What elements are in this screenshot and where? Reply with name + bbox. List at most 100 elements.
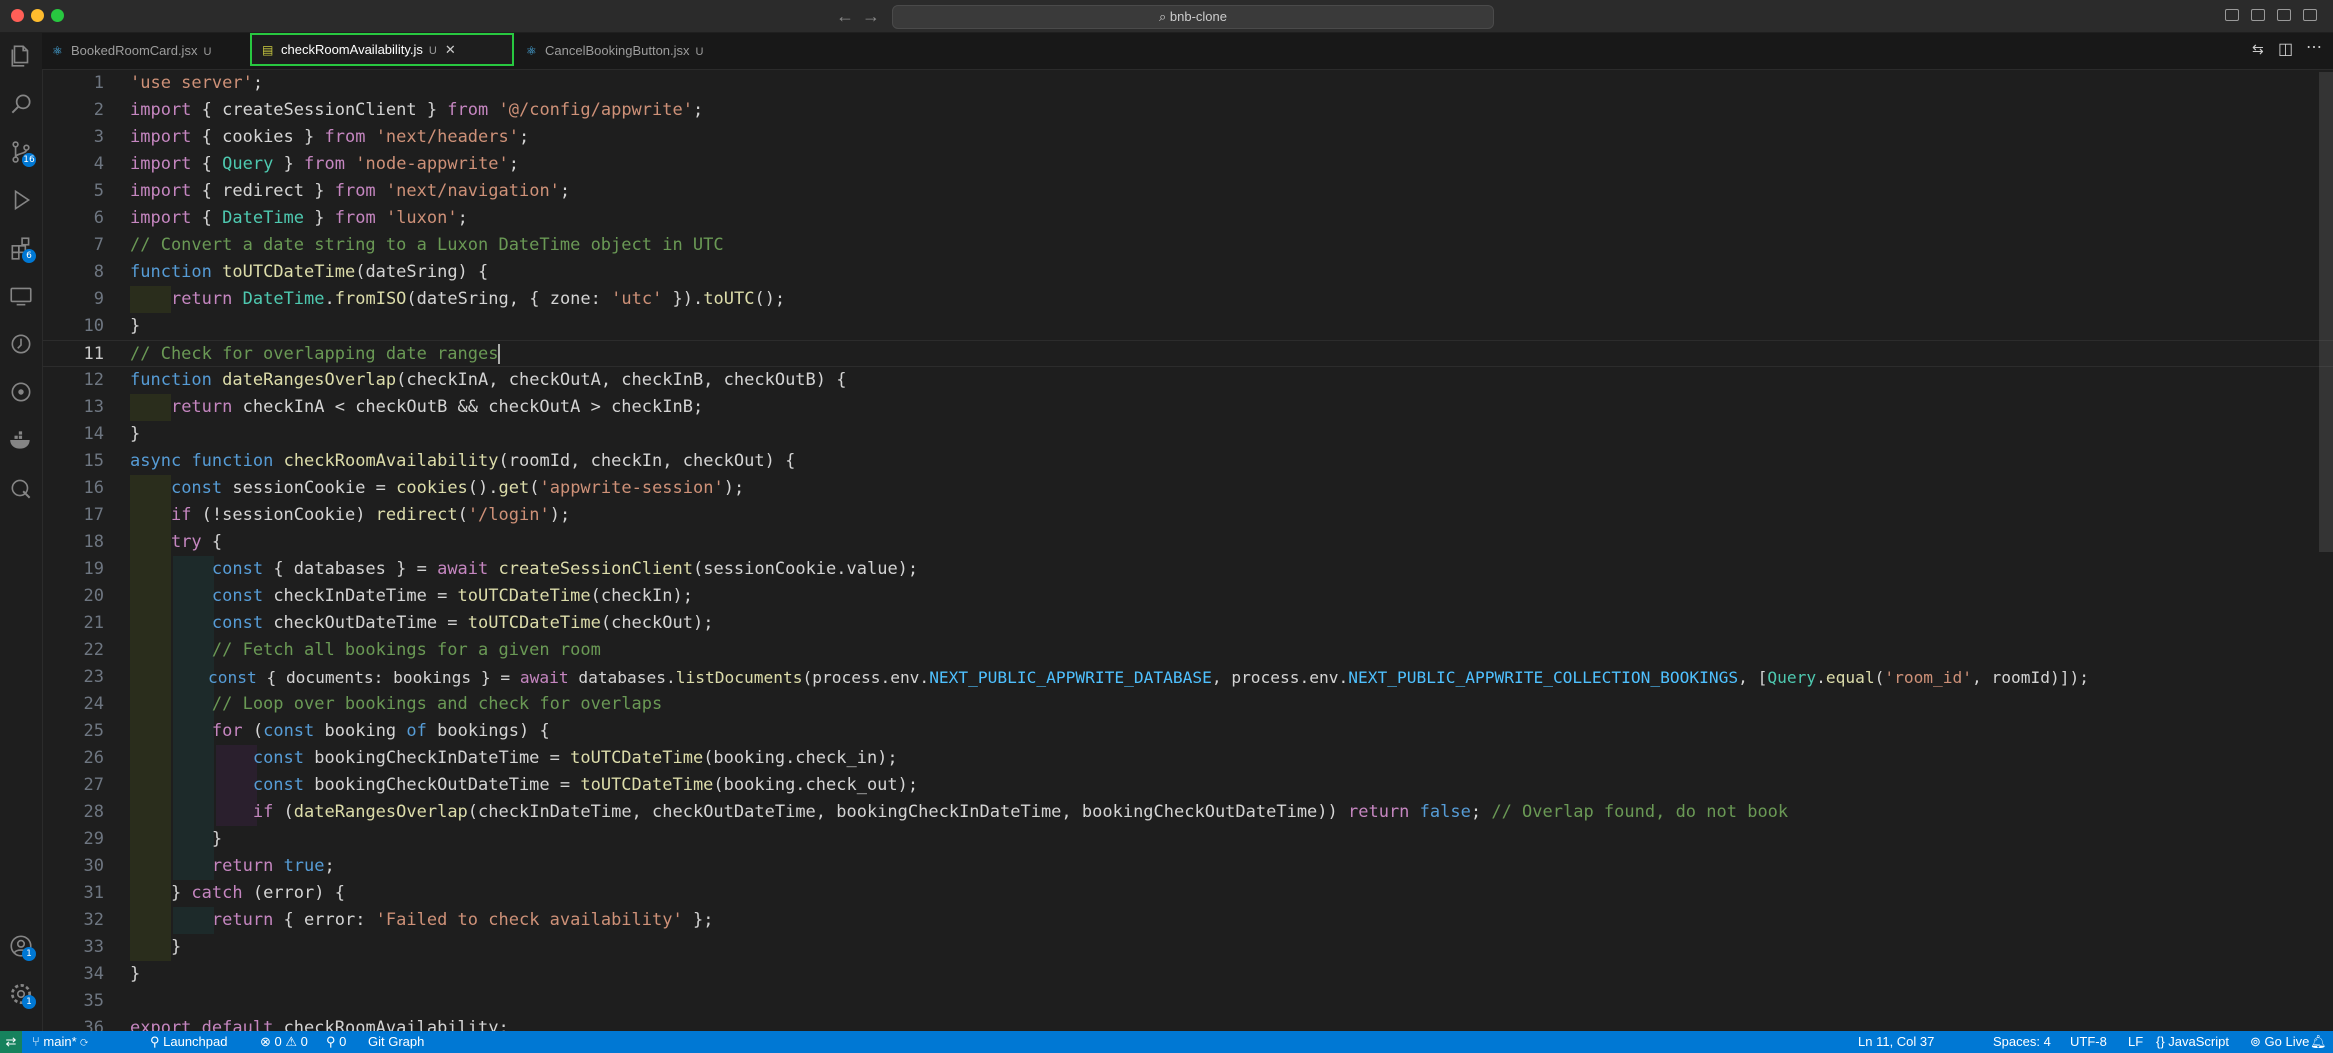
compare-changes-icon[interactable]: ⇆ xyxy=(2252,41,2264,58)
line-number: 33 xyxy=(83,937,104,957)
line-number: 22 xyxy=(83,640,104,660)
search-icon[interactable] xyxy=(8,91,34,117)
line-number: 1 xyxy=(93,73,104,93)
code-line: 24 // Loop over bookings and check for o… xyxy=(42,691,2333,718)
live-share-icon[interactable] xyxy=(8,475,34,501)
gitlens-icon[interactable] xyxy=(8,331,34,357)
code-text: } xyxy=(130,316,141,336)
toggle-secondary-sidebar-icon[interactable] xyxy=(2277,9,2291,21)
code-text: } xyxy=(130,937,182,957)
language-label: JavaScript xyxy=(2168,1034,2229,1049)
line-number: 25 xyxy=(83,721,104,741)
docker-icon[interactable] xyxy=(8,427,34,453)
eol-selector[interactable]: LF xyxy=(2128,1031,2143,1053)
code-line: 32 return { error: 'Failed to check avai… xyxy=(42,907,2333,934)
tab-modified-indicator: U xyxy=(203,46,212,58)
line-number: 20 xyxy=(83,586,104,606)
notifications-icon[interactable]: 🔔︎ xyxy=(2310,1031,2327,1053)
code-line: 21 const checkOutDateTime = toUTCDateTim… xyxy=(42,610,2333,637)
code-line: 31 } catch (error) { xyxy=(42,880,2333,907)
settings-badge: 1 xyxy=(22,995,36,1009)
close-icon[interactable]: ✕ xyxy=(445,42,456,57)
code-text: return true; xyxy=(211,856,335,876)
line-number: 8 xyxy=(93,262,104,282)
code-line: 18 try { xyxy=(42,529,2333,556)
code-line: 6 import { DateTime } from 'luxon'; xyxy=(42,205,2333,232)
code-text: const bookingCheckInDateTime = toUTCDate… xyxy=(252,748,898,768)
language-mode-selector[interactable]: {} JavaScript xyxy=(2156,1031,2229,1053)
tab-cancelbookingbutton[interactable]: ⚛ CancelBookingButton.jsx U xyxy=(516,33,736,68)
line-number: 12 xyxy=(83,370,104,390)
tab-checkroomavailability[interactable]: ▤ checkRoomAvailability.js U ✕ xyxy=(250,33,514,66)
tab-bookedroomcard[interactable]: ⚛ BookedRoomCard.jsx U xyxy=(42,33,248,68)
launchpad-button[interactable]: ⚲ Launchpad xyxy=(150,1031,227,1053)
toggle-panel-icon[interactable] xyxy=(2251,9,2265,21)
code-text: export default checkRoomAvailability; xyxy=(130,1018,509,1031)
ports-count: 0 xyxy=(339,1034,347,1049)
code-text: // Convert a date string to a Luxon Date… xyxy=(130,235,724,255)
remote-explorer-icon[interactable] xyxy=(8,283,34,309)
code-line: 33 } xyxy=(42,934,2333,961)
line-number: 21 xyxy=(83,613,104,633)
run-debug-icon[interactable] xyxy=(8,187,34,213)
tab-modified-indicator: U xyxy=(695,46,704,58)
close-window-button[interactable] xyxy=(11,9,24,22)
git-graph-button[interactable]: Git Graph xyxy=(368,1031,424,1053)
settings-gear-icon[interactable]: 1 xyxy=(8,981,36,1009)
encoding-selector[interactable]: UTF-8 xyxy=(2070,1031,2107,1053)
source-control-icon[interactable]: 16 xyxy=(8,139,36,167)
line-number: 24 xyxy=(83,694,104,714)
code-line: 26 const bookingCheckInDateTime = toUTCD… xyxy=(42,745,2333,772)
editor-scrollbar[interactable] xyxy=(2319,72,2333,552)
line-number: 9 xyxy=(93,289,104,309)
branch-indicator[interactable]: ⑂ main* ⟳ xyxy=(32,1031,88,1053)
accounts-badge: 1 xyxy=(22,947,36,961)
toggle-primary-sidebar-icon[interactable] xyxy=(2225,9,2239,21)
go-live-label: Go Live xyxy=(2264,1034,2310,1049)
line-number: 5 xyxy=(93,181,104,201)
forward-arrow-icon[interactable]: → xyxy=(862,6,880,27)
code-line: 36 export default checkRoomAvailability; xyxy=(42,1015,2333,1031)
line-number: 28 xyxy=(83,802,104,822)
accounts-icon[interactable]: 1 xyxy=(8,933,36,961)
line-number: 35 xyxy=(83,991,104,1011)
code-text: const { documents: bookings } = await da… xyxy=(207,668,2089,687)
cursor-position[interactable]: Ln 11, Col 37 xyxy=(1858,1031,1934,1053)
minimize-window-button[interactable] xyxy=(31,9,44,22)
back-arrow-icon[interactable]: ← xyxy=(836,6,854,27)
split-editor-icon[interactable]: ◫ xyxy=(2278,39,2293,59)
line-number: 27 xyxy=(83,775,104,795)
code-line: 5 import { redirect } from 'next/navigat… xyxy=(42,178,2333,205)
line-number: 11 xyxy=(83,344,104,364)
command-center-search[interactable]: ⌕ bnb-clone xyxy=(892,5,1494,29)
go-live-button[interactable]: ⊚ Go Live xyxy=(2250,1031,2309,1053)
code-line: 20 const checkInDateTime = toUTCDateTime… xyxy=(42,583,2333,610)
line-number: 2 xyxy=(93,100,104,120)
code-line: 2 import { createSessionClient } from '@… xyxy=(42,97,2333,124)
more-actions-icon[interactable]: ⋯ xyxy=(2306,37,2322,57)
indentation-selector[interactable]: Spaces: 4 xyxy=(1993,1031,2051,1053)
line-number: 19 xyxy=(83,559,104,579)
problems-indicator[interactable]: ⊗ 0 ⚠ 0 xyxy=(260,1031,308,1053)
customize-layout-icon[interactable] xyxy=(2303,9,2317,21)
ports-indicator[interactable]: ⚲ 0 xyxy=(326,1031,346,1053)
code-editor[interactable]: 1 'use server'; 2 import { createSession… xyxy=(42,70,2333,1031)
explorer-icon[interactable] xyxy=(8,43,34,69)
code-text: const { databases } = await createSessio… xyxy=(211,559,919,579)
git-graph-icon[interactable] xyxy=(8,379,34,405)
code-text: import { createSessionClient } from '@/c… xyxy=(130,100,704,120)
code-text: } xyxy=(130,424,141,444)
tab-label: checkRoomAvailability.js xyxy=(281,42,423,57)
code-line: 29 } xyxy=(42,826,2333,853)
code-text: } xyxy=(130,829,223,849)
code-line: 12 function dateRangesOverlap(checkInA, … xyxy=(42,367,2333,394)
code-text: } xyxy=(130,964,141,984)
line-number: 18 xyxy=(83,532,104,552)
remote-indicator-icon[interactable]: ⇄ xyxy=(0,1031,22,1053)
extensions-icon[interactable]: 6 xyxy=(8,235,36,263)
line-number: 16 xyxy=(83,478,104,498)
maximize-window-button[interactable] xyxy=(51,9,64,22)
code-line: 1 'use server'; xyxy=(42,70,2333,97)
code-line: 17 if (!sessionCookie) redirect('/login'… xyxy=(42,502,2333,529)
line-number: 23 xyxy=(83,667,104,687)
